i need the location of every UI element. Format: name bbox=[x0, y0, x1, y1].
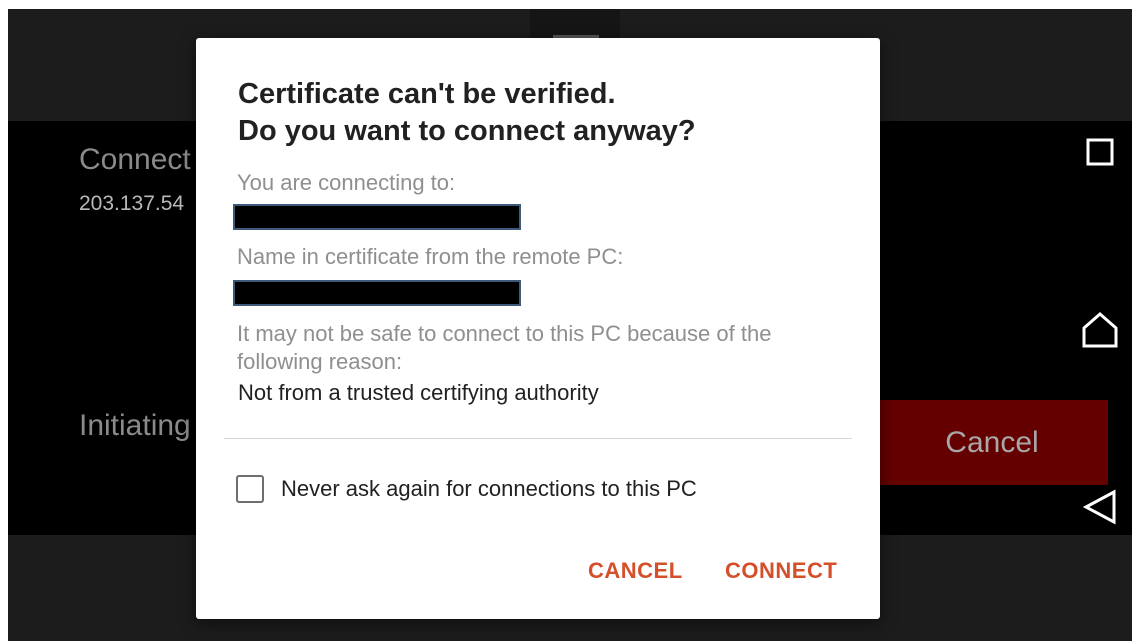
redacted-cert-name bbox=[233, 280, 521, 306]
dialog-title-line2: Do you want to connect anyway? bbox=[238, 115, 696, 147]
connect-button[interactable]: CONNECT bbox=[719, 554, 843, 588]
dialog-title: Certificate can't be verified. Do you wa… bbox=[238, 76, 858, 150]
cancel-button[interactable]: CANCEL bbox=[582, 554, 689, 588]
reason-value: Not from a trusted certifying authority bbox=[238, 380, 599, 405]
certificate-warning-dialog: Certificate can't be verified. Do you wa… bbox=[196, 38, 880, 619]
reason-intro: It may not be safe to connect to this PC… bbox=[237, 321, 772, 374]
dialog-divider bbox=[224, 438, 852, 439]
background-cancel-button[interactable]: Cancel bbox=[876, 400, 1108, 485]
ip-address: 203.137.54 bbox=[79, 192, 185, 215]
connecting-to-label: You are connecting to: bbox=[237, 170, 456, 195]
never-ask-label[interactable]: Never ask again for connections to this … bbox=[281, 476, 697, 502]
connecting-heading: Connect bbox=[79, 143, 191, 176]
redacted-host bbox=[233, 204, 521, 230]
cert-name-label: Name in certificate from the remote PC: bbox=[237, 244, 624, 269]
back-icon[interactable] bbox=[1080, 487, 1120, 527]
home-icon[interactable] bbox=[1080, 310, 1120, 350]
recents-square-icon[interactable] bbox=[1080, 132, 1120, 172]
dialog-title-line1: Certificate can't be verified. bbox=[238, 78, 616, 110]
initiating-status: Initiating bbox=[79, 409, 191, 442]
never-ask-checkbox[interactable] bbox=[236, 475, 264, 503]
